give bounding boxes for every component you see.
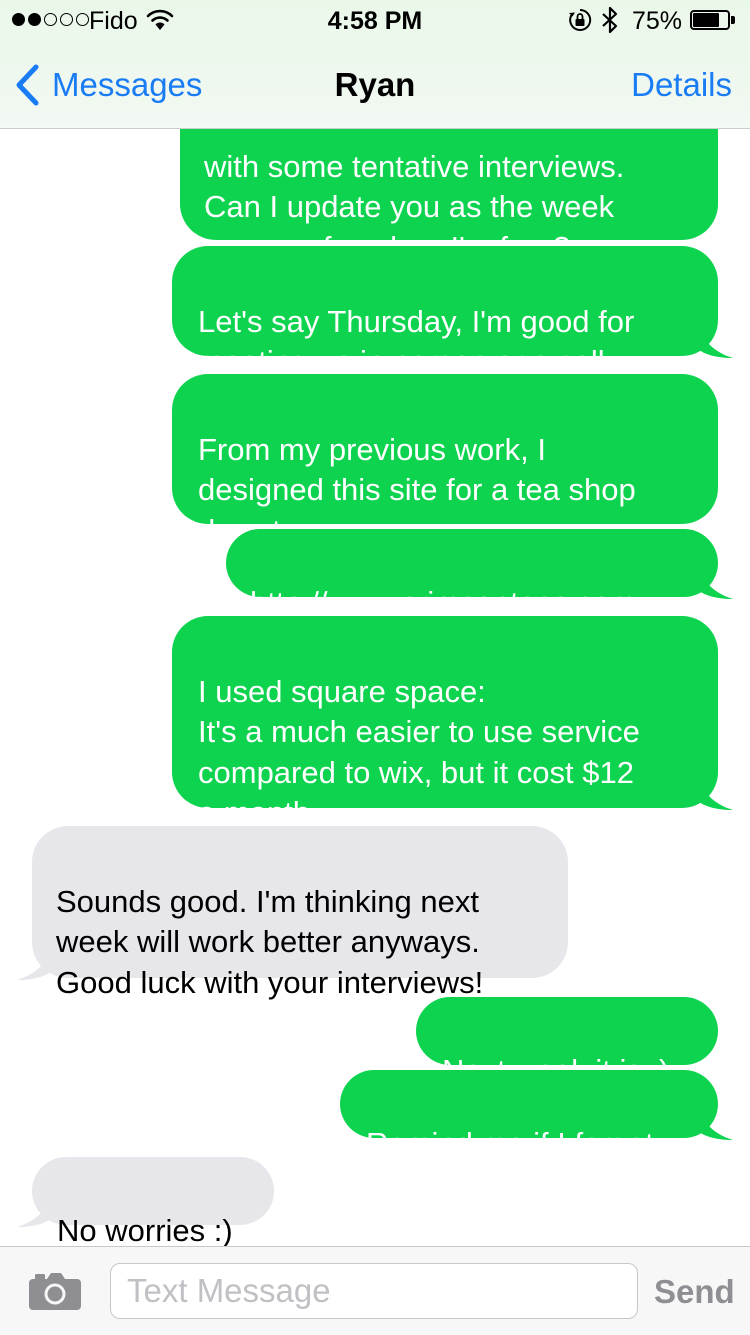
message-text: Remind me if I forget [366,1125,654,1161]
message-bubble-link[interactable]: http://www.crimsonteas.com [226,529,733,620]
message-text: Let's say Thursday, I'm good for meeting… [198,303,635,380]
status-bar: Fido 4:58 PM 75% [0,0,750,40]
message-text: No worries :) [57,1212,233,1247]
bubble-tail [17,1193,53,1227]
rotation-lock-icon [569,8,592,31]
message-input-bar: Send [0,1246,750,1335]
message-bubble-received[interactable]: Sounds good. I'm thinking next week will… [17,826,568,1000]
bluetooth-icon [602,6,618,34]
details-button[interactable]: Details [631,66,732,104]
message-bubble-sent[interactable]: From my previous work, I designed this s… [172,374,718,548]
top-bar: Fido 4:58 PM 75% Messages Ryan Details [0,0,750,129]
bubble-tail [697,1106,733,1140]
message-bubble-sent[interactable]: Next week it is :) [416,997,718,1088]
message-bubble-sent[interactable]: Remind me if I forget [340,1070,733,1161]
bubble-tail [697,565,733,599]
message-bubble-sent[interactable]: Let's say Thursday, I'm good for meeting… [172,246,733,379]
battery-percent: 75% [632,7,683,35]
message-bubble-received[interactable]: No worries :) [17,1157,274,1246]
message-text: I used square space: It's a much easier … [198,673,640,831]
bubble-tail [697,776,733,810]
send-button[interactable]: Send [654,1273,735,1311]
message-text: Sounds good. I'm thinking next week will… [56,883,484,1000]
battery-icon [690,10,736,30]
message-bubble-sent[interactable]: I used square space: It's a much easier … [172,616,733,830]
bubble-tail [17,946,53,980]
message-thread[interactable]: with some tentative interviews. Can I up… [0,0,750,1246]
camera-icon[interactable] [28,1271,82,1311]
bubble-tail [697,324,733,358]
text-message-input[interactable] [110,1263,638,1319]
navigation-bar: Messages Ryan Details [0,40,750,128]
